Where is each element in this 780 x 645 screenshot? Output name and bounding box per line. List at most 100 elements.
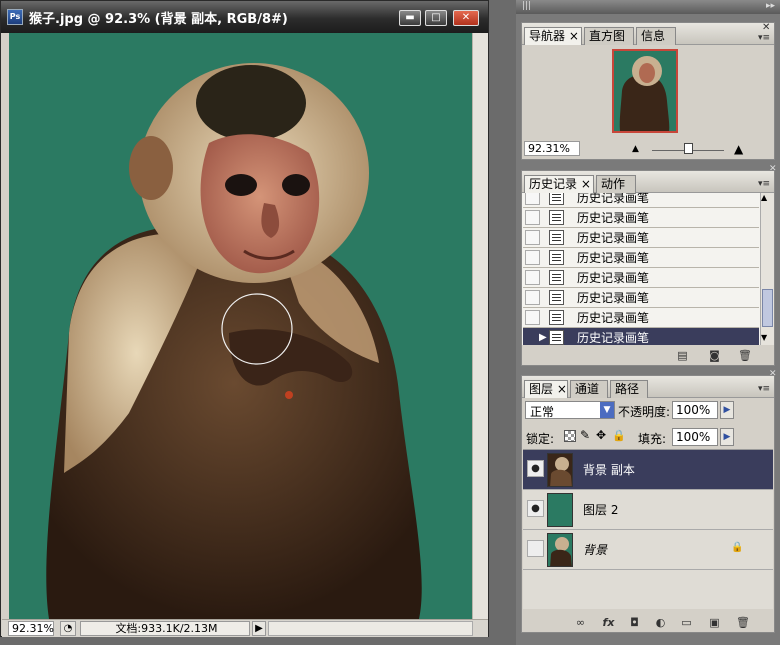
chevron-down-icon[interactable]: ▼ [600,402,614,418]
lock-pixels-icon[interactable]: ✎ [580,428,590,442]
image-canvas[interactable] [9,33,472,619]
panel-menu-icon[interactable]: ▾≡ [758,33,770,43]
navigator-thumbnail [619,56,670,131]
collapse-arrows-icon[interactable]: ▸▸ [766,1,775,11]
link-layers-icon[interactable]: ∞ [574,616,587,629]
history-source-checkbox[interactable] [525,250,540,265]
opacity-label: 不透明度: [618,405,671,419]
history-item-label: 历史记录画笔 [577,211,650,225]
panel-dock: ||| ▸▸ 导航器 × 直方图 信息 ✕ ▾≡ 92.31% ▲ ▲ ✕ 历史… [516,0,780,645]
dock-header[interactable]: ||| ▸▸ [516,0,780,14]
layer-style-fx-icon[interactable]: fx [602,616,615,629]
tab-info[interactable]: 信息 [636,27,676,45]
document-titlebar[interactable]: Ps 猴子.jpg @ 92.3% (背景 副本, RGB/8#) ▬ □ ✕ [1,1,488,33]
tab-actions[interactable]: 动作 [596,175,636,193]
status-bar: 92.31% ◔ 文档:933.1K/2.13M ▶ [2,619,488,637]
zoom-field[interactable]: 92.31% [8,621,54,636]
scroll-up-icon[interactable]: ▲ [761,193,767,202]
lock-all-icon[interactable]: 🔒 [612,429,626,442]
grip-icon: ||| [522,1,532,11]
blend-mode-value: 正常 [530,405,555,419]
lock-label: 锁定: [526,432,555,446]
vertical-scrollbar[interactable] [472,33,488,619]
new-snapshot-icon[interactable]: ◙ [708,349,721,362]
zoom-slider-thumb[interactable] [684,143,693,154]
history-list: 历史记录画笔 历史记录画笔 历史记录画笔 历史记录画笔 历史记录画笔 历史记录画… [522,193,760,345]
history-source-checkbox[interactable] [525,193,540,205]
history-brush-icon [549,193,564,205]
tab-history[interactable]: 历史记录 × [524,175,594,193]
new-group-icon[interactable]: ▭ [680,616,693,629]
doc-size-info: 文档:933.1K/2.13M [80,621,250,636]
opacity-field[interactable]: 100% [672,401,718,419]
layer-row[interactable]: ● 图层 2 [523,490,773,530]
tab-histogram[interactable]: 直方图 [584,27,634,45]
navigator-zoom-field[interactable]: 92.31% [524,141,580,156]
new-document-from-state-icon[interactable]: ▤ [676,349,689,362]
history-brush-icon [549,250,564,265]
fill-field[interactable]: 100% [672,428,718,446]
opacity-slider-arrow-icon[interactable]: ▶ [720,401,734,419]
history-item-label: 历史记录画笔 [577,271,650,285]
panel-menu-icon[interactable]: ▾≡ [758,384,770,394]
zoom-in-icon[interactable]: ▲ [734,142,743,156]
visibility-box[interactable] [527,540,544,557]
history-item-label: 历史记录画笔 [577,331,650,345]
trash-icon[interactable]: 🗑 [736,616,750,629]
close-button[interactable]: ✕ [453,10,479,26]
minimize-button[interactable]: ▬ [399,10,421,26]
history-source-checkbox[interactable] [525,210,540,225]
layer-row[interactable]: 背景 🔒 [523,530,773,570]
history-item[interactable]: 历史记录画笔 [523,208,759,228]
panel-menu-icon[interactable]: ▾≡ [758,179,770,189]
history-source-checkbox[interactable] [525,270,540,285]
scroll-thumb[interactable] [762,289,773,327]
layer-name[interactable]: 背景 [583,541,607,558]
add-mask-icon[interactable]: ◘ [628,616,641,629]
history-item[interactable]: 历史记录画笔 [523,268,759,288]
play-arrow-icon[interactable]: ▶ [252,621,266,636]
close-panel-icon[interactable]: ✕ [762,22,770,33]
history-brush-icon [549,330,564,345]
eye-icon[interactable]: ● [527,460,544,477]
new-layer-icon[interactable]: ▣ [708,616,721,629]
adjustment-layer-icon[interactable]: ◐ [654,616,667,629]
layers-tabs: 图层 × 通道 路径 ▾≡ [522,376,774,398]
tab-layers[interactable]: 图层 × [524,380,568,398]
history-item[interactable]: 历史记录画笔 [523,288,759,308]
zoom-out-icon[interactable]: ▲ [632,144,639,154]
eye-icon[interactable]: ● [527,500,544,517]
layer-row[interactable]: ● 背景 副本 [523,450,773,490]
history-source-checkbox[interactable] [525,310,540,325]
history-brush-icon [549,270,564,285]
history-source-checkbox[interactable] [525,290,540,305]
history-item[interactable]: 历史记录画笔 [523,308,759,328]
history-item[interactable]: 历史记录画笔 [523,248,759,268]
tab-paths[interactable]: 路径 [610,380,648,398]
navigator-preview[interactable] [612,49,678,133]
lock-transparency-icon[interactable] [564,430,576,442]
status-options-icon[interactable]: ◔ [60,621,76,636]
history-item[interactable]: 历史记录画笔 [523,193,759,208]
tab-navigator[interactable]: 导航器 × [524,27,582,45]
lock-icon: 🔒 [731,542,744,553]
fill-label: 填充: [638,432,667,446]
history-item-selected[interactable]: ▶ 历史记录画笔 [523,328,759,345]
layer-name[interactable]: 图层 2 [583,501,618,518]
horizontal-scrollbar[interactable] [268,621,473,636]
trash-icon[interactable]: 🗑 [738,349,752,362]
history-item-label: 历史记录画笔 [577,291,650,305]
maximize-button[interactable]: □ [425,10,447,26]
scroll-down-icon[interactable]: ▼ [761,333,767,342]
tab-channels[interactable]: 通道 [570,380,608,398]
fill-slider-arrow-icon[interactable]: ▶ [720,428,734,446]
lock-position-icon[interactable]: ✥ [596,428,606,442]
layers-panel: 图层 × 通道 路径 ▾≡ 正常 ▼ 不透明度: 100% ▶ 锁定: ✎ ✥ … [521,375,775,633]
monkey-photo [46,63,422,619]
layer-name[interactable]: 背景 副本 [583,461,635,478]
history-item[interactable]: 历史记录画笔 [523,228,759,248]
layer-thumbnail [547,453,573,487]
blend-mode-select[interactable]: 正常 ▼ [525,401,615,419]
history-source-checkbox[interactable] [525,230,540,245]
history-scrollbar[interactable]: ▲ ▼ [760,193,774,345]
